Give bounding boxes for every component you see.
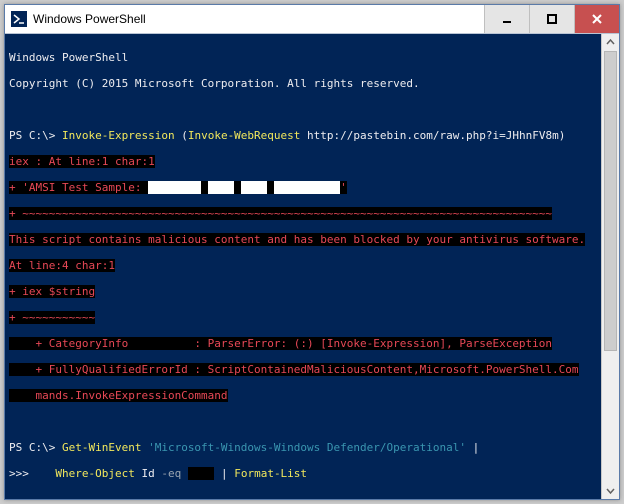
prompt: PS C:\> — [9, 441, 62, 454]
redacted: XXXXXXXXXX — [274, 181, 340, 194]
redacted: XXXX — [188, 467, 215, 480]
powershell-icon — [11, 11, 27, 27]
maximize-button[interactable] — [529, 5, 574, 33]
redacted: XXXX — [208, 181, 235, 194]
cmd: Get-WinEvent — [62, 441, 148, 454]
header-line: Copyright (C) 2015 Microsoft Corporation… — [9, 77, 420, 90]
cmd: Invoke-Expression — [62, 129, 181, 142]
redacted: XXXX — [241, 181, 268, 194]
error-line: iex : At line:1 char:1 — [9, 155, 155, 168]
vertical-scrollbar[interactable] — [601, 34, 619, 499]
client-area: Windows PowerShell Copyright (C) 2015 Mi… — [5, 34, 619, 499]
header-line: Windows PowerShell — [9, 51, 128, 64]
terminal[interactable]: Windows PowerShell Copyright (C) 2015 Mi… — [5, 34, 601, 499]
redacted: XXXXXXXX — [148, 181, 201, 194]
scroll-down-button[interactable] — [602, 482, 619, 499]
prompt: PS C:\> — [9, 129, 62, 142]
titlebar[interactable]: Windows PowerShell — [5, 5, 619, 34]
scroll-track[interactable] — [602, 51, 619, 482]
minimize-button[interactable] — [484, 5, 529, 33]
window-title: Windows PowerShell — [33, 12, 484, 26]
scroll-thumb[interactable] — [604, 51, 617, 351]
window-frame: Windows PowerShell Windows PowerShell Co… — [4, 4, 620, 500]
close-button[interactable] — [574, 5, 619, 33]
window-controls — [484, 5, 619, 33]
scroll-up-button[interactable] — [602, 34, 619, 51]
